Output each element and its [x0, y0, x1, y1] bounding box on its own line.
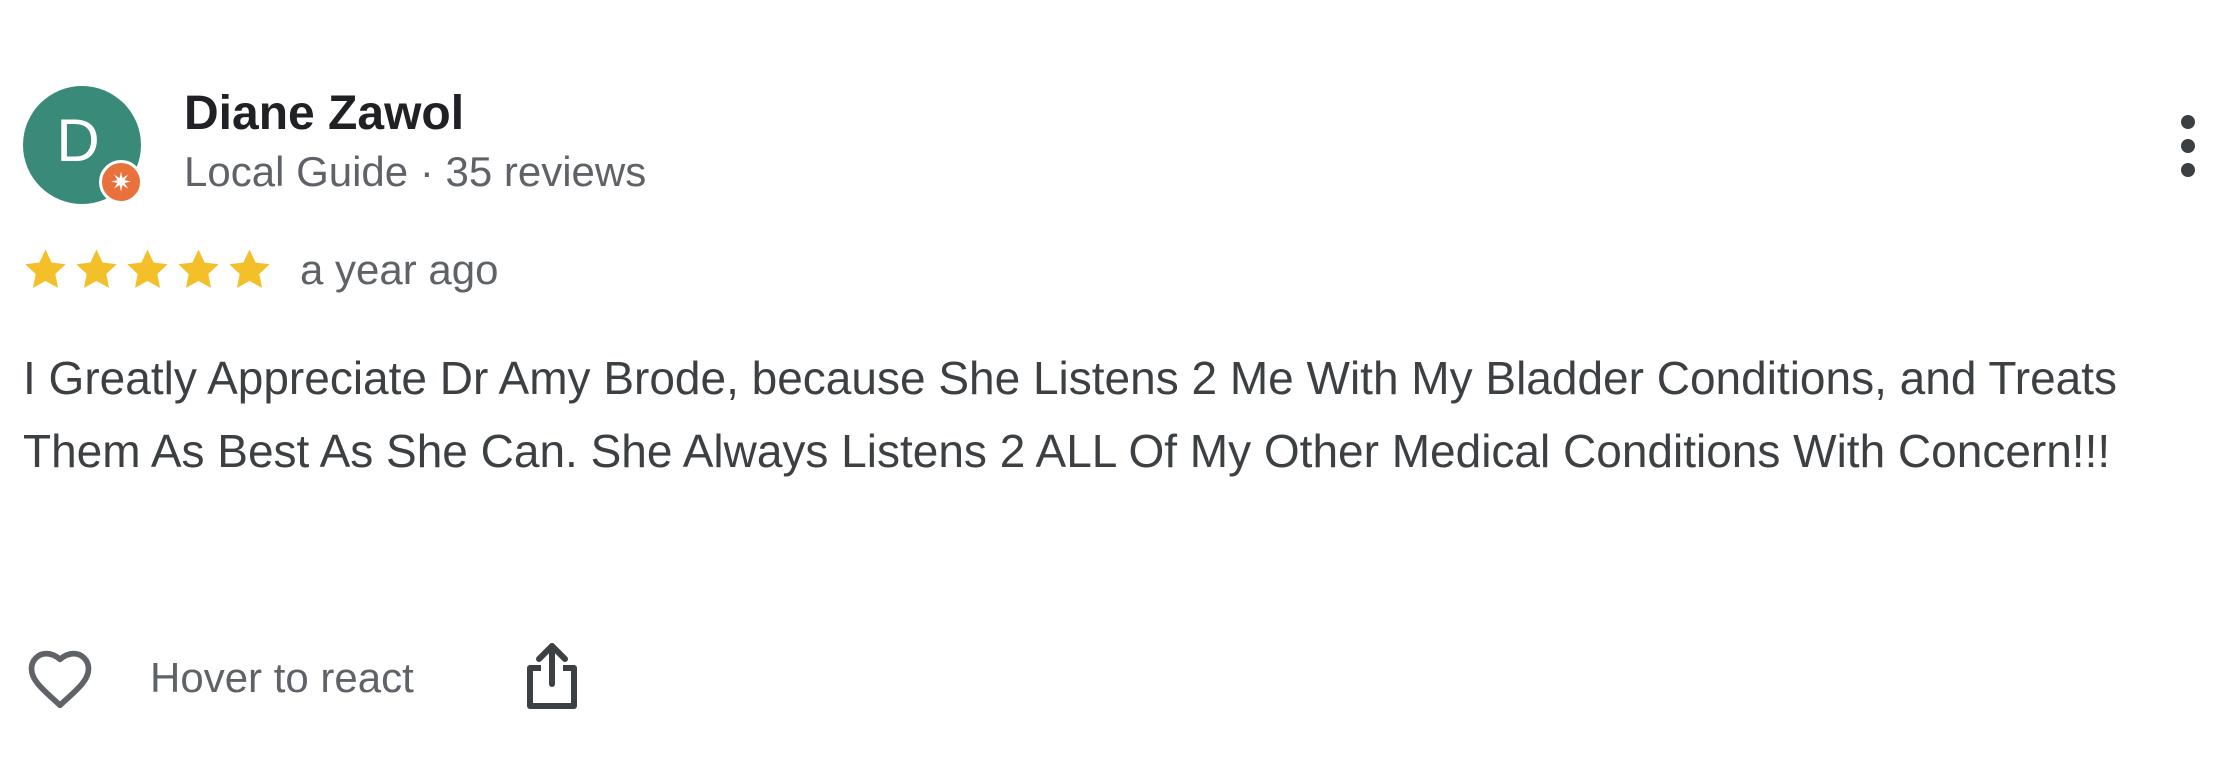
star-icon	[76, 249, 117, 288]
review-card: D ✷ Diane Zawol Local Guide · 35 reviews…	[0, 0, 2230, 776]
share-button[interactable]	[522, 640, 582, 712]
react-label: Hover to react	[150, 654, 414, 701]
star-icon	[25, 249, 66, 288]
star-icon	[178, 249, 219, 288]
author-meta: Local Guide · 35 reviews	[184, 148, 647, 195]
local-guide-badge-icon: ✷	[99, 160, 143, 204]
avatar[interactable]: D ✷	[23, 86, 143, 204]
author-name[interactable]: Diane Zawol	[184, 86, 464, 142]
star-icon	[127, 249, 168, 288]
react-button[interactable]: Hover to react	[22, 640, 414, 716]
review-text: I Greatly Appreciate Dr Amy Brode, becau…	[23, 352, 2118, 477]
more-options-button[interactable]	[2160, 112, 2216, 180]
heart-icon	[28, 650, 92, 709]
share-icon	[527, 643, 577, 709]
avatar-letter: D	[56, 107, 100, 174]
review-time: a year ago	[300, 246, 499, 293]
star-rating	[22, 246, 273, 298]
more-vertical-icon	[2181, 115, 2195, 177]
star-icon	[229, 249, 270, 288]
